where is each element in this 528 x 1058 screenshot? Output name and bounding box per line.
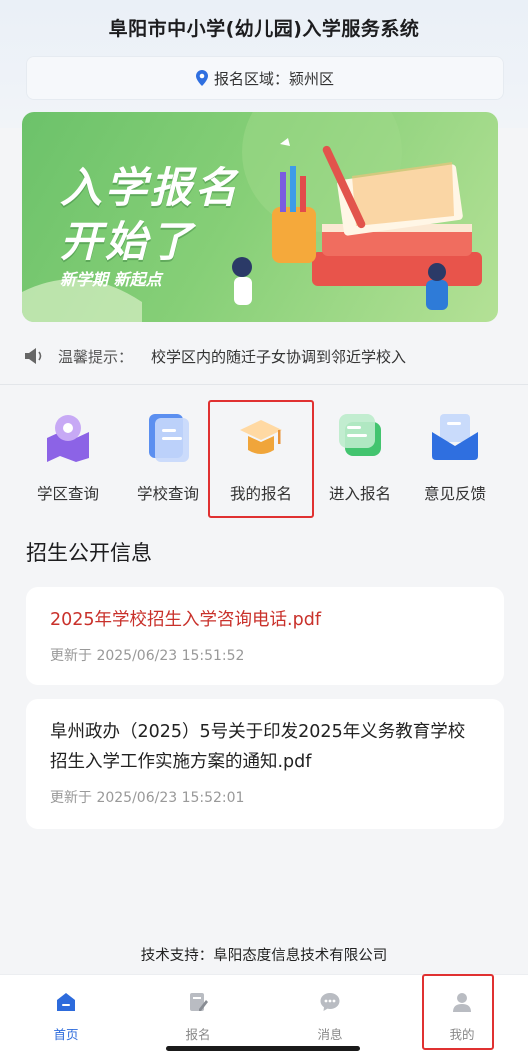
tab-messages[interactable]: 消息: [290, 991, 370, 1043]
announcement-title[interactable]: 2025年学校招生入学咨询电话.pdf: [50, 605, 480, 635]
highlight-box-my-enrollment: [208, 400, 314, 518]
announcement-card[interactable]: 2025年学校招生入学咨询电话.pdf 更新于 2025/06/23 15:51…: [26, 587, 504, 685]
envelope-icon: [430, 412, 480, 462]
region-label: 报名区域：颍州区: [213, 69, 334, 88]
tab-enroll[interactable]: 报名: [158, 991, 238, 1043]
tab-label: 消息: [317, 1027, 343, 1042]
shortcut-label: 意见反馈: [423, 485, 486, 503]
notice-marquee: 校学区内的随迁子女协调到邻近学校入: [151, 347, 407, 366]
tab-label: 首页: [53, 1027, 79, 1042]
map-icon: [43, 412, 93, 462]
announcement-date: 更新于 2025/06/23 15:51:52: [50, 648, 245, 664]
app-title: 阜阳市中小学(幼儿园)入学服务系统: [108, 18, 420, 40]
section-title: 招生公开信息: [26, 541, 152, 565]
banner-title-line1: 入学报名: [60, 163, 241, 212]
shortcut-label: 进入报名: [328, 485, 391, 503]
shortcut-school-query[interactable]: 学校查询: [124, 412, 212, 504]
enrollment-banner[interactable]: 入学报名 开始了 新学期 新起点: [22, 112, 498, 322]
tab-home[interactable]: 首页: [26, 991, 106, 1043]
announcement-title[interactable]: 阜州政办（2025）5号关于印发2025年义务教育学校招生入学工作实施方案的通知…: [50, 717, 480, 777]
shortcut-feedback[interactable]: 意见反馈: [411, 412, 499, 504]
highlight-box-mine-tab: [422, 974, 494, 1050]
edit-form-icon: [190, 993, 208, 1011]
notice-bar[interactable]: 温馨提示： 校学区内的随迁子女协调到邻近学校入: [0, 333, 528, 379]
chat-edit-icon: [335, 412, 385, 462]
tech-support-text: 技术支持：阜阳态度信息技术有限公司: [140, 948, 388, 964]
announcement-card[interactable]: 阜州政办（2025）5号关于印发2025年义务教育学校招生入学工作实施方案的通知…: [26, 699, 504, 829]
shortcut-label: 学区查询: [36, 485, 99, 503]
speaker-icon: [25, 348, 42, 364]
shortcut-label: 学校查询: [136, 485, 199, 503]
home-icon: [57, 993, 75, 1011]
home-indicator[interactable]: [166, 1046, 360, 1051]
region-selector[interactable]: 报名区域：颍州区: [26, 56, 504, 100]
document-icon: [143, 412, 193, 462]
location-pin-icon: [195, 70, 208, 86]
tab-label: 报名: [185, 1027, 211, 1042]
message-icon: [320, 993, 340, 1011]
shortcut-enter-enrollment[interactable]: 进入报名: [316, 412, 404, 504]
shortcut-district-query[interactable]: 学区查询: [24, 412, 112, 504]
divider: [0, 384, 528, 385]
banner-tagline: 新学期 新起点: [60, 270, 162, 289]
notice-label: 温馨提示：: [58, 347, 134, 366]
banner-title-line2: 开始了: [60, 217, 196, 266]
announcement-date: 更新于 2025/06/23 15:52:01: [50, 790, 245, 806]
